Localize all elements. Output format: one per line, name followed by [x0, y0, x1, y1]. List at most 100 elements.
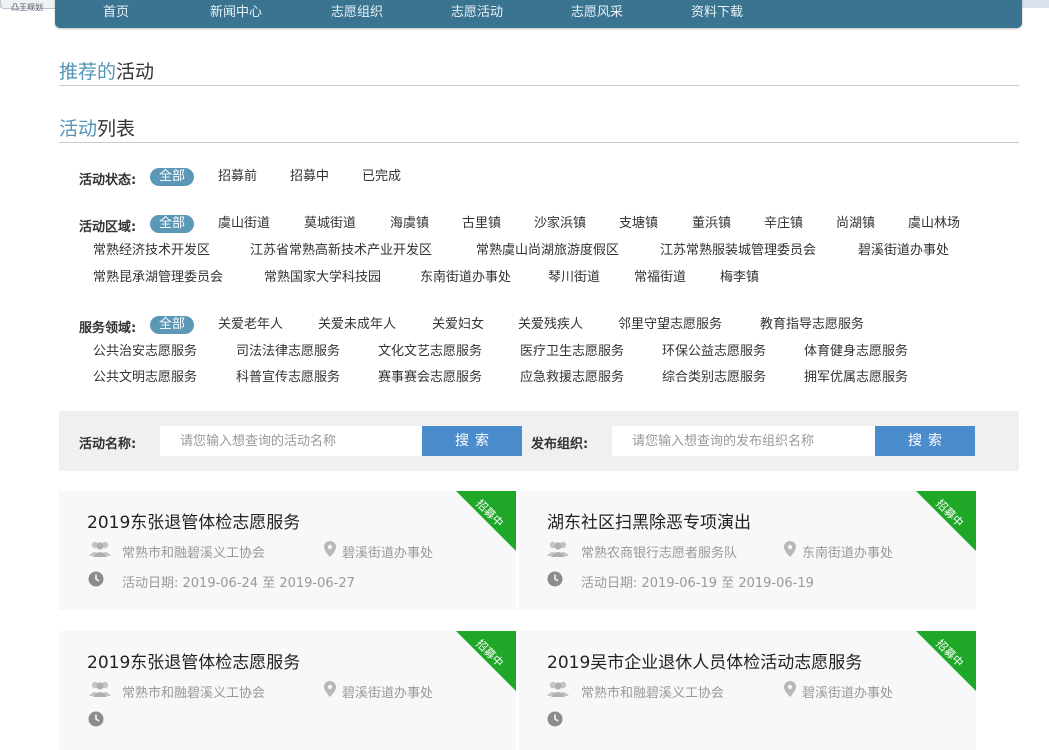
service-option[interactable]: 关爱未成年人: [318, 315, 396, 335]
region-option-all[interactable]: 全部: [150, 215, 195, 233]
region-option[interactable]: 莫城街道: [304, 214, 356, 234]
location: 碧溪街道办事处: [802, 686, 894, 701]
region-option[interactable]: 虞山街道: [218, 214, 270, 234]
activity-name-input[interactable]: [160, 426, 422, 456]
service-option-all[interactable]: 全部: [150, 316, 195, 334]
browser-tab-label: 凸王规划: [11, 3, 43, 12]
status-ribbon: 招募中: [916, 631, 976, 691]
publisher-label: 发布组织:: [531, 437, 589, 452]
region-option[interactable]: 江苏常熟服装城管理委员会: [660, 241, 816, 261]
region-option[interactable]: 东南街道办事处: [420, 268, 511, 288]
region-option[interactable]: 江苏省常熟高新技术产业开发区: [250, 241, 432, 261]
activity-card[interactable]: 招募中 2019东张退管体检志愿服务 常熟市和融碧溪义工协会 碧溪街道办事处 活…: [59, 491, 516, 610]
status-ribbon: 招募中: [456, 491, 516, 551]
service-option[interactable]: 应急救援志愿服务: [520, 368, 624, 388]
service-option[interactable]: 司法法律志愿服务: [236, 342, 340, 362]
region-option[interactable]: 常熟昆承湖管理委员会: [93, 268, 223, 288]
section-divider: [59, 85, 1019, 86]
service-option[interactable]: 赛事赛会志愿服务: [378, 368, 482, 388]
group-icon: [547, 681, 569, 697]
clock-icon: [88, 571, 104, 587]
status-option[interactable]: 招募中: [290, 167, 329, 187]
clock-icon: [547, 711, 563, 727]
recommended-title-rest: 活动: [116, 61, 155, 83]
activity-list-title: 活动列表: [59, 114, 135, 141]
status-filter-label: 活动状态:: [79, 173, 137, 188]
publisher-input[interactable]: [612, 426, 875, 456]
status-ribbon: 招募中: [456, 631, 516, 691]
service-option[interactable]: 教育指导志愿服务: [760, 315, 864, 335]
region-option[interactable]: 古里镇: [462, 214, 501, 234]
service-option[interactable]: 科普宣传志愿服务: [236, 368, 340, 388]
activity-card[interactable]: 招募中 2019吴市企业退休人员体检活动志愿服务 常熟市和融碧溪义工协会 碧溪街…: [519, 631, 976, 750]
activity-name-label: 活动名称:: [79, 437, 137, 452]
region-option[interactable]: 常福街道: [634, 268, 686, 288]
status-option[interactable]: 已完成: [362, 167, 401, 187]
service-option[interactable]: 拥军优属志愿服务: [804, 368, 908, 388]
section-divider: [59, 142, 1019, 143]
region-option[interactable]: 支塘镇: [619, 214, 658, 234]
region-option[interactable]: 虞山林场: [908, 214, 960, 234]
service-option[interactable]: 公共文明志愿服务: [93, 368, 197, 388]
region-option[interactable]: 梅李镇: [720, 268, 759, 288]
nav-item-showcase[interactable]: 志愿风采: [571, 6, 623, 20]
search-bar: 活动名称: 搜索 发布组织: 搜索: [59, 411, 1019, 471]
location: 东南街道办事处: [802, 546, 894, 561]
activity-list-title-highlight: 活动: [59, 118, 98, 140]
nav-item-orgs[interactable]: 志愿组织: [331, 6, 383, 20]
region-option[interactable]: 沙家浜镇: [534, 214, 586, 234]
organizer: 常熟市和融碧溪义工协会: [122, 546, 266, 561]
service-option[interactable]: 体育健身志愿服务: [804, 342, 908, 362]
activity-title[interactable]: 2019东张退管体检志愿服务: [87, 508, 300, 533]
status-option[interactable]: 招募前: [218, 167, 257, 187]
region-option[interactable]: 琴川街道: [548, 268, 600, 288]
region-option[interactable]: 辛庄镇: [764, 214, 803, 234]
group-icon: [89, 541, 111, 557]
group-icon: [89, 681, 111, 697]
nav-item-downloads[interactable]: 资料下载: [691, 6, 743, 20]
service-option[interactable]: 关爱妇女: [432, 315, 484, 335]
region-option[interactable]: 董浜镇: [692, 214, 731, 234]
location-pin-icon: [324, 541, 336, 557]
recommended-title: 推荐的活动: [59, 57, 154, 84]
nav-item-activities[interactable]: 志愿活动: [451, 6, 503, 20]
activity-card[interactable]: 招募中 2019东张退管体检志愿服务 常熟市和融碧溪义工协会 碧溪街道办事处: [59, 631, 516, 750]
region-option[interactable]: 常熟虞山尚湖旅游度假区: [476, 241, 619, 261]
activity-card[interactable]: 招募中 湖东社区扫黑除恶专项演出 常熟农商银行志愿者服务队 东南街道办事处 活动…: [519, 491, 976, 610]
activity-title[interactable]: 2019东张退管体检志愿服务: [87, 648, 300, 673]
service-option[interactable]: 环保公益志愿服务: [662, 342, 766, 362]
location-pin-icon: [784, 541, 796, 557]
clock-icon: [547, 571, 563, 587]
activity-title[interactable]: 2019吴市企业退休人员体检活动志愿服务: [547, 648, 862, 673]
region-option[interactable]: 海虞镇: [390, 214, 429, 234]
service-option[interactable]: 医疗卫生志愿服务: [520, 342, 624, 362]
activity-title[interactable]: 湖东社区扫黑除恶专项演出: [547, 508, 751, 533]
service-option[interactable]: 邻里守望志愿服务: [618, 315, 722, 335]
service-option[interactable]: 公共治安志愿服务: [93, 342, 197, 362]
nav-item-home[interactable]: 首页: [103, 6, 129, 20]
location-pin-icon: [324, 681, 336, 697]
nav-item-news[interactable]: 新闻中心: [210, 6, 262, 20]
activity-date: 活动日期: 2019-06-24 至 2019-06-27: [122, 576, 355, 591]
group-icon: [547, 541, 569, 557]
region-option[interactable]: 碧溪街道办事处: [858, 241, 949, 261]
region-option[interactable]: 尚湖镇: [836, 214, 875, 234]
region-option[interactable]: 常熟国家大学科技园: [264, 268, 381, 288]
status-option-all[interactable]: 全部: [150, 168, 195, 186]
service-filter-label: 服务领域:: [79, 321, 137, 336]
service-option[interactable]: 文化文艺志愿服务: [378, 342, 482, 362]
location: 碧溪街道办事处: [342, 546, 434, 561]
organizer: 常熟市和融碧溪义工协会: [122, 686, 266, 701]
status-ribbon: 招募中: [916, 491, 976, 551]
service-option[interactable]: 关爱老年人: [218, 315, 283, 335]
region-filter-label: 活动区域:: [79, 220, 137, 235]
service-option[interactable]: 关爱残疾人: [518, 315, 583, 335]
publisher-search-button[interactable]: 搜索: [875, 426, 975, 456]
location-pin-icon: [784, 681, 796, 697]
recommended-title-highlight: 推荐的: [59, 61, 117, 83]
activity-search-button[interactable]: 搜索: [422, 426, 522, 456]
activity-list-title-rest: 列表: [97, 118, 136, 140]
organizer: 常熟市和融碧溪义工协会: [581, 686, 725, 701]
region-option[interactable]: 常熟经济技术开发区: [93, 241, 210, 261]
service-option[interactable]: 综合类别志愿服务: [662, 368, 766, 388]
